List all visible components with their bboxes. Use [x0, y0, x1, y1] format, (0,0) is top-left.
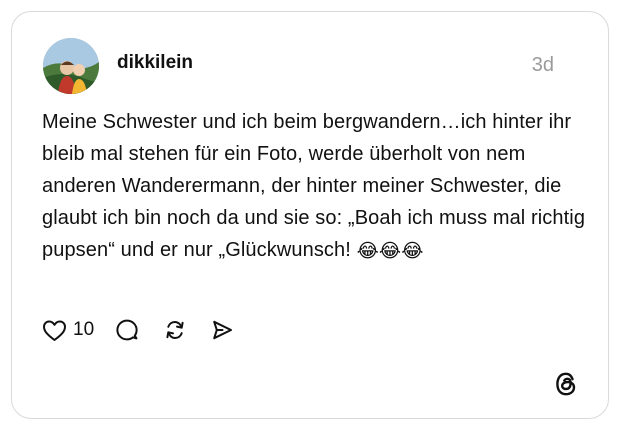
- heart-icon: [42, 319, 67, 342]
- like-button[interactable]: 10: [42, 319, 94, 342]
- threads-logo-icon[interactable]: [552, 370, 580, 398]
- share-icon: [210, 318, 234, 342]
- post-card: dikkilein 3d Meine Schwester und ich bei…: [11, 11, 609, 419]
- comment-icon: [115, 318, 139, 342]
- post-timestamp: 3d: [531, 54, 554, 76]
- repost-button[interactable]: [163, 318, 187, 342]
- post-body: Meine Schwester und ich beim bergwandern…: [42, 106, 587, 266]
- username[interactable]: dikkilein: [117, 52, 193, 74]
- share-button[interactable]: [210, 318, 234, 342]
- emoji-laughing: 😂😂😂: [356, 241, 424, 262]
- post-actions: 10: [42, 314, 234, 346]
- like-count: 10: [73, 319, 95, 340]
- comment-button[interactable]: [115, 318, 139, 342]
- post-text: Meine Schwester und ich beim bergwandern…: [42, 111, 586, 261]
- avatar[interactable]: [43, 38, 99, 94]
- repost-icon: [163, 318, 187, 342]
